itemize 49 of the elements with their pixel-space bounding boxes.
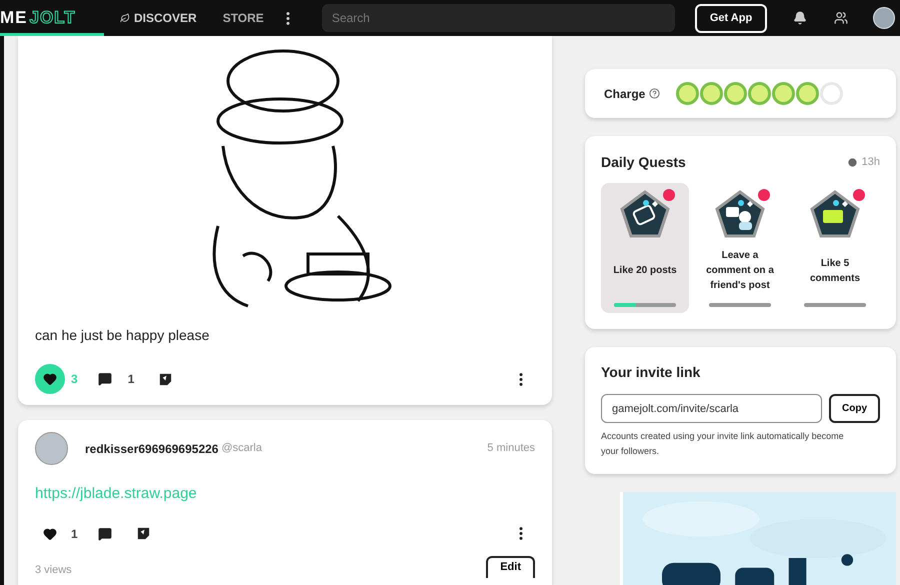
more-menu-button[interactable]	[286, 12, 290, 24]
sticker-icon	[136, 526, 151, 541]
more-button[interactable]	[519, 527, 523, 540]
friends-icon[interactable]	[834, 11, 848, 25]
help-icon[interactable]	[649, 88, 660, 99]
heart-icon	[43, 526, 57, 540]
comment-count: 1	[128, 371, 134, 388]
invite-note: Accounts created using your invite link automatically become your followers.	[601, 430, 845, 458]
like-count: 1	[71, 526, 78, 542]
quest-badge-icon	[810, 190, 860, 238]
sticker-button[interactable]	[136, 526, 151, 541]
comment-icon	[98, 372, 112, 386]
quest-item[interactable]: Like 20 posts	[601, 183, 689, 313]
nav-link[interactable]: STORE	[222, 9, 264, 27]
quest-label: Like 20 posts	[612, 264, 678, 278]
comment-icon	[98, 526, 112, 540]
search-field[interactable]: Search	[322, 4, 675, 32]
quest-label: Like 5 comments	[808, 256, 861, 286]
sticker-button[interactable]	[158, 372, 174, 386]
quest-badge-icon	[620, 190, 670, 238]
quest-label: Leave a comment on a friend's post	[705, 249, 775, 293]
more-icon	[519, 372, 523, 386]
invite-title: Your invite link	[601, 363, 702, 382]
view-count: 3 views	[35, 562, 72, 578]
author-avatar[interactable]	[35, 432, 68, 465]
comment-button[interactable]	[98, 526, 112, 540]
more-button[interactable]	[519, 372, 523, 386]
leaf-icon	[120, 13, 130, 23]
charge-label: Charge	[604, 86, 646, 102]
quests-title: Daily Quests	[601, 153, 686, 172]
more-icon	[286, 12, 290, 24]
get-app-button[interactable]: Get App	[694, 4, 768, 32]
post-text: can he just be happy please	[34, 326, 210, 345]
post-time: 5 minutes	[487, 441, 535, 456]
quests-time: 13h	[862, 155, 880, 170]
copy-button[interactable]: Copy	[829, 394, 880, 423]
sticker-icon	[158, 372, 174, 386]
nav-link[interactable]: DISCOVER	[120, 9, 197, 27]
heart-icon	[43, 372, 57, 386]
author-name[interactable]: redkisser696969695226	[85, 440, 218, 458]
like-count: 3	[71, 371, 78, 388]
user-avatar[interactable]	[873, 7, 896, 29]
like-button[interactable]	[35, 364, 65, 394]
invite-link-field[interactable]: gamejolt.com/invite/scarla	[601, 394, 822, 423]
edit-button[interactable]: Edit	[486, 556, 535, 578]
quest-badge-icon	[715, 190, 765, 238]
notifications-icon[interactable]	[793, 11, 808, 25]
comment-button[interactable]	[98, 372, 112, 386]
more-icon	[519, 527, 523, 540]
